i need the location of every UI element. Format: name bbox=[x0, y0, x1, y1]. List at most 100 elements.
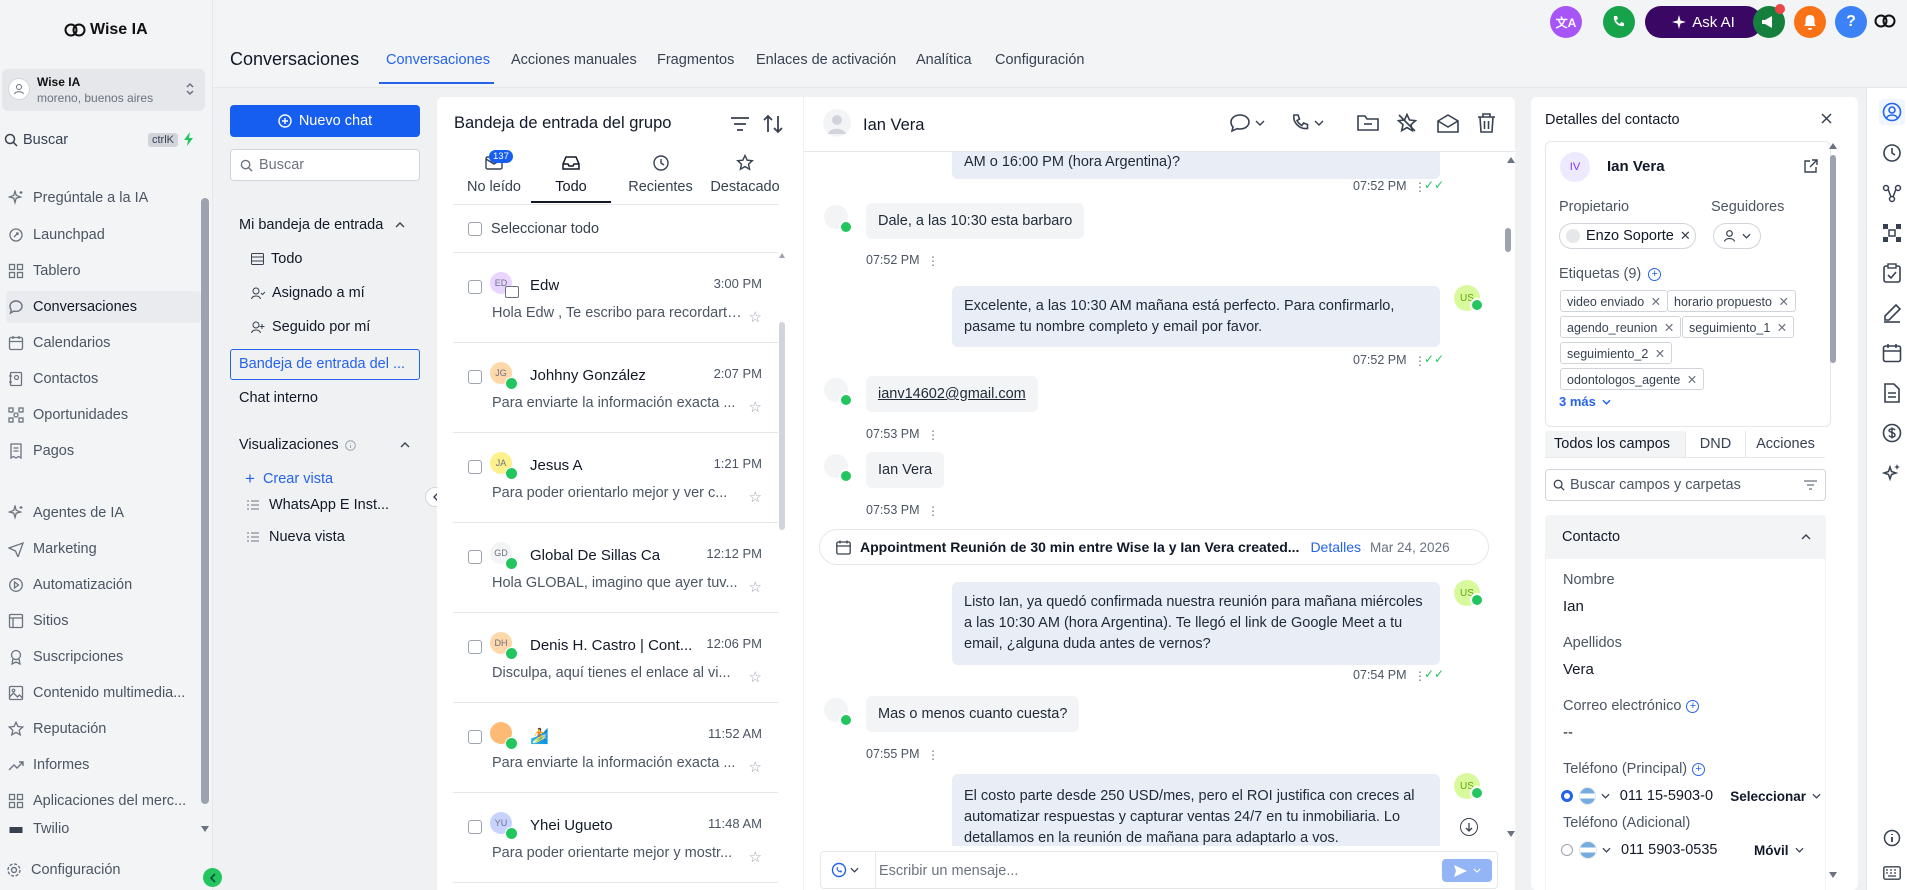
sidebar-item-automatizacion[interactable]: Automatización bbox=[6, 569, 201, 601]
sidebar-item-conversaciones[interactable]: Conversaciones bbox=[6, 291, 201, 323]
workflow-rail-button[interactable] bbox=[1879, 180, 1905, 206]
sort-icon[interactable] bbox=[763, 114, 783, 134]
tag-chip[interactable]: video enviado ✕ bbox=[1560, 290, 1669, 312]
sidebar-item-launchpad[interactable]: Launchpad bbox=[6, 219, 201, 251]
ai-rail-button[interactable] bbox=[1879, 460, 1905, 486]
lightning-icon[interactable] bbox=[183, 132, 195, 146]
conv-tab-1[interactable]: Todo bbox=[531, 153, 611, 201]
new-chat-button[interactable]: Nuevo chat bbox=[230, 105, 420, 137]
sidebar-item-suscripciones[interactable]: Suscripciones bbox=[6, 641, 201, 673]
conversation-row[interactable]: GD Global De Sillas Ca 12:12 PM Hola GLO… bbox=[453, 523, 778, 613]
chevron-down-icon[interactable] bbox=[1601, 793, 1610, 799]
trash-icon[interactable] bbox=[1477, 113, 1496, 133]
sidebar-item-oportunidades[interactable]: Oportunidades bbox=[6, 399, 201, 431]
sidebar-item-sitios[interactable]: Sitios bbox=[6, 605, 201, 637]
phone-primary-value[interactable]: 011 15-5903-0 bbox=[1620, 788, 1730, 804]
inbox-search-input[interactable]: Buscar bbox=[230, 149, 420, 181]
keyboard-rail-button[interactable] bbox=[1879, 860, 1905, 886]
primary-radio[interactable] bbox=[1561, 844, 1573, 856]
row-checkbox[interactable] bbox=[468, 820, 482, 834]
tab-3[interactable]: Enlaces de activación bbox=[756, 52, 896, 68]
sidebar-item-preguntale-a-la-ia[interactable]: Pregúntale a la IA bbox=[6, 182, 201, 214]
tab-1[interactable]: Acciones manuales bbox=[511, 52, 637, 68]
conv-tab-2[interactable]: Recientes bbox=[618, 153, 703, 201]
sidebar-item-reputacion[interactable]: Reputación bbox=[6, 713, 201, 745]
remove-tag-icon[interactable]: ✕ bbox=[1655, 347, 1665, 361]
sidebar-item-contactos[interactable]: Contactos bbox=[6, 363, 201, 395]
channel-dropdown[interactable] bbox=[1229, 113, 1265, 133]
contact-scroll-down-icon[interactable] bbox=[1829, 872, 1837, 878]
row-checkbox[interactable] bbox=[468, 730, 482, 744]
star-icon[interactable]: ☆ bbox=[749, 578, 762, 596]
documents-rail-button[interactable] bbox=[1879, 380, 1905, 406]
sidebar-item-marketing[interactable]: Marketing bbox=[6, 533, 201, 565]
call-dropdown[interactable] bbox=[1290, 113, 1324, 133]
tag-chip[interactable]: odontologos_agente ✕ bbox=[1560, 368, 1705, 390]
sidebar-item-pagos[interactable]: Pagos bbox=[6, 435, 201, 467]
tab-all-fields[interactable]: Todos los campos bbox=[1545, 431, 1685, 457]
history-rail-button[interactable] bbox=[1879, 140, 1905, 166]
chat-scroll-down-icon[interactable] bbox=[1507, 831, 1515, 837]
remove-tag-icon[interactable]: ✕ bbox=[1664, 321, 1674, 335]
followers-select[interactable] bbox=[1713, 223, 1761, 249]
tag-chip[interactable]: horario propuesto ✕ bbox=[1667, 290, 1796, 312]
last-name-value[interactable]: Vera bbox=[1563, 661, 1594, 678]
add-email-icon[interactable]: + bbox=[1686, 699, 1700, 713]
composer-channel-select[interactable] bbox=[831, 862, 859, 878]
row-checkbox[interactable] bbox=[468, 280, 482, 294]
star-off-icon[interactable] bbox=[1397, 113, 1417, 133]
my-inbox-header[interactable]: Mi bandeja de entrada bbox=[239, 217, 405, 233]
account-switcher[interactable]: Wise IA moreno, buenos aires bbox=[2, 69, 205, 111]
message-input[interactable]: Escribir un mensaje... bbox=[879, 854, 1389, 888]
first-name-value[interactable]: Ian bbox=[1563, 598, 1584, 615]
brand-logo[interactable]: Wise IA bbox=[64, 21, 148, 39]
phone-additional-value[interactable]: 011 5903-0535 bbox=[1621, 842, 1754, 858]
filter-icon[interactable] bbox=[730, 116, 750, 132]
sidebar-item-aplicaciones-del-merc[interactable]: Aplicaciones del merc... bbox=[6, 785, 201, 817]
email-value[interactable]: -- bbox=[1563, 724, 1573, 741]
sidebar-item-twilio[interactable]: Twilio bbox=[6, 821, 201, 841]
phone-type-select[interactable]: Seleccionar bbox=[1730, 789, 1806, 804]
message-menu-icon[interactable]: ⋮ bbox=[927, 254, 939, 268]
scroll-to-bottom-button[interactable] bbox=[1460, 818, 1478, 836]
primary-radio[interactable] bbox=[1561, 790, 1573, 802]
view-item-new[interactable]: Nueva vista bbox=[247, 529, 345, 545]
message-menu-icon[interactable]: ⋮ bbox=[927, 748, 939, 762]
contact-scroll-up-icon[interactable] bbox=[1829, 143, 1837, 149]
external-link-icon[interactable] bbox=[1804, 159, 1818, 173]
notes-rail-button[interactable] bbox=[1879, 300, 1905, 326]
sidebar-scrollbar[interactable] bbox=[201, 198, 211, 838]
conversation-row[interactable]: DH Denis H. Castro | Cont... 12:06 PM Di… bbox=[453, 613, 778, 703]
translate-button[interactable]: 文A bbox=[1550, 6, 1582, 38]
remove-tag-icon[interactable]: ✕ bbox=[1778, 295, 1788, 309]
add-phone-icon[interactable]: + bbox=[1692, 762, 1706, 776]
star-icon[interactable]: ☆ bbox=[749, 758, 762, 776]
tag-chip[interactable]: agendo_reunion ✕ bbox=[1560, 316, 1682, 338]
notifications-button[interactable] bbox=[1794, 6, 1826, 38]
add-tag-icon[interactable]: + bbox=[1648, 267, 1662, 281]
star-icon[interactable]: ☆ bbox=[749, 308, 762, 326]
group-inbox-item[interactable]: Bandeja de entrada del ... bbox=[230, 349, 420, 380]
phone-button[interactable] bbox=[1603, 6, 1635, 38]
conversation-row[interactable]: ED Edw 3:00 PM Hola Edw , Te escribo par… bbox=[453, 253, 778, 343]
help-button[interactable]: ? bbox=[1835, 6, 1867, 38]
scroll-up-arrow-icon[interactable] bbox=[779, 253, 785, 258]
sidebar-item-tablero[interactable]: Tablero bbox=[6, 255, 201, 287]
message-email-link[interactable]: ianv14602@gmail.com bbox=[878, 386, 1026, 402]
conv-tab-3[interactable]: Destacado bbox=[699, 153, 791, 201]
create-view-link[interactable]: + Crear vista bbox=[245, 469, 333, 489]
tab-2[interactable]: Fragmentos bbox=[657, 52, 734, 68]
tab-0[interactable]: Conversaciones bbox=[386, 52, 490, 68]
collapse-sidebar-button[interactable] bbox=[203, 868, 222, 887]
tag-chip[interactable]: seguimiento_2 ✕ bbox=[1560, 342, 1673, 364]
contact-panel-scrollbar[interactable] bbox=[1830, 155, 1836, 363]
star-icon[interactable]: ☆ bbox=[749, 488, 762, 506]
star-icon[interactable]: ☆ bbox=[749, 668, 762, 686]
row-checkbox[interactable] bbox=[468, 550, 482, 564]
tab-4[interactable]: Analítica bbox=[916, 52, 972, 68]
sidebar-item-contenido-multimedia[interactable]: Contenido multimedia... bbox=[6, 677, 201, 709]
appointment-details-link[interactable]: Detalles bbox=[1310, 539, 1361, 555]
chat-scroll-up-icon[interactable] bbox=[1507, 157, 1515, 163]
star-icon[interactable]: ☆ bbox=[749, 848, 762, 866]
tasks-rail-button[interactable] bbox=[1879, 260, 1905, 286]
